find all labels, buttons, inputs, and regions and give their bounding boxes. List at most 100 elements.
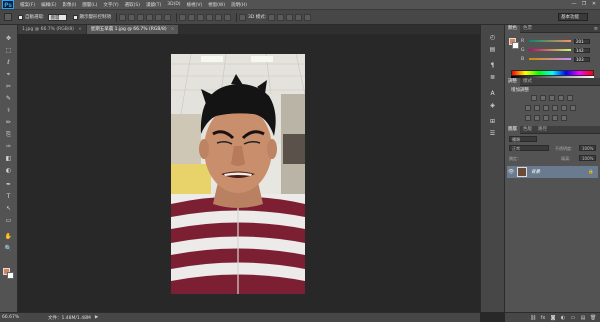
document-photo[interactable]: [171, 54, 305, 294]
tab-channels[interactable]: 色版: [520, 126, 535, 134]
layer-kind-filter[interactable]: 種類: [509, 136, 537, 142]
align-right-icon[interactable]: [164, 13, 172, 21]
character-styles-icon[interactable]: ≣: [487, 73, 498, 82]
green-value[interactable]: 142: [574, 47, 590, 53]
path-select-tool-icon[interactable]: ↖: [3, 205, 14, 213]
menu-help[interactable]: 說明(H): [231, 2, 247, 8]
distribute-left-icon[interactable]: [206, 13, 214, 21]
blue-value[interactable]: 103: [574, 56, 590, 62]
black-white-icon[interactable]: [543, 105, 549, 111]
auto-align-icon[interactable]: [239, 13, 247, 21]
actions-panel-icon[interactable]: ▤: [487, 45, 498, 54]
menu-3d[interactable]: 3D(D): [167, 2, 180, 7]
auto-select-dropdown[interactable]: 圖層: [47, 13, 67, 21]
opacity-field[interactable]: 100%: [579, 145, 596, 151]
canvas-area[interactable]: [18, 34, 480, 312]
gradient-tool-icon[interactable]: ◐: [3, 167, 14, 175]
3d-drag-icon[interactable]: [286, 13, 294, 21]
3d-roll-icon[interactable]: [277, 13, 285, 21]
type-tool-icon[interactable]: T: [3, 193, 14, 201]
quick-select-tool-icon[interactable]: ⌖: [3, 71, 14, 79]
posterize-icon[interactable]: [534, 115, 540, 121]
align-vcenter-icon[interactable]: [128, 13, 136, 21]
minimize-icon[interactable]: —: [570, 1, 578, 8]
zoom-level[interactable]: 66.67%: [2, 315, 24, 320]
color-lookup-icon[interactable]: [570, 105, 576, 111]
distribute-hcenter-icon[interactable]: [215, 13, 223, 21]
document-tab[interactable]: 1.jpg @ 66.7% (RGB/8) ×: [18, 25, 86, 34]
history-panel-icon[interactable]: ◴: [487, 33, 498, 42]
workspace-dropdown[interactable]: 基本功能: [558, 13, 588, 21]
blue-track[interactable]: [529, 58, 571, 60]
channel-mixer-icon[interactable]: [561, 105, 567, 111]
move-tool-icon[interactable]: ✥: [3, 35, 14, 43]
visibility-eye-icon[interactable]: 👁: [507, 169, 515, 175]
background-color-swatch[interactable]: [7, 272, 14, 279]
distribute-vcenter-icon[interactable]: [188, 13, 196, 21]
invert-icon[interactable]: [525, 115, 531, 121]
show-transform-checkbox[interactable]: [72, 14, 78, 20]
zoom-tool-icon[interactable]: 🔍: [3, 245, 14, 253]
distribute-top-icon[interactable]: [179, 13, 187, 21]
info-panel-icon[interactable]: ☰: [487, 129, 498, 138]
align-bottom-icon[interactable]: [137, 13, 145, 21]
shape-tool-icon[interactable]: ▭: [3, 217, 14, 225]
menu-file[interactable]: 檔案(F): [20, 2, 35, 8]
color-panel-background[interactable]: [512, 42, 519, 49]
character-panel-icon[interactable]: A: [487, 89, 498, 98]
layer-name[interactable]: 背景: [531, 169, 540, 175]
photo-filter-icon[interactable]: [552, 105, 558, 111]
green-slider[interactable]: G 142: [521, 47, 596, 53]
crop-tool-icon[interactable]: ✂: [3, 83, 14, 91]
close-icon[interactable]: ✕: [590, 1, 598, 8]
properties-panel-icon[interactable]: ◈: [487, 101, 498, 110]
move-tool-preset-icon[interactable]: [4, 13, 12, 21]
align-hcenter-icon[interactable]: [155, 13, 163, 21]
blue-slider[interactable]: B 103: [521, 56, 596, 62]
color-balance-icon[interactable]: [534, 105, 540, 111]
3d-scale-icon[interactable]: [304, 13, 312, 21]
auto-select-checkbox[interactable]: [18, 14, 23, 20]
selective-color-icon[interactable]: [561, 115, 567, 121]
gradient-map-icon[interactable]: [552, 115, 558, 121]
close-tab-icon[interactable]: ×: [171, 27, 175, 32]
layer-style-icon[interactable]: fx: [540, 315, 546, 321]
new-group-icon[interactable]: ▭: [570, 315, 576, 321]
menu-select[interactable]: 選取(S): [125, 2, 140, 8]
distribute-bottom-icon[interactable]: [197, 13, 205, 21]
layer-row-background[interactable]: 👁 背景 🔒: [507, 166, 598, 178]
eraser-tool-icon[interactable]: ◧: [3, 155, 14, 163]
link-layers-icon[interactable]: ⛓: [530, 315, 536, 321]
tab-swatches[interactable]: 色票: [520, 25, 535, 33]
marquee-tool-icon[interactable]: ⬚: [3, 47, 14, 55]
tab-styles[interactable]: 樣式: [520, 78, 535, 86]
menu-type[interactable]: 文字(Y): [103, 2, 118, 8]
tab-color[interactable]: 顏色: [505, 24, 520, 33]
menu-layer[interactable]: 圖層(L): [82, 2, 97, 8]
red-slider[interactable]: R 201: [521, 38, 596, 44]
green-track[interactable]: [529, 49, 571, 51]
paragraph-panel-icon[interactable]: ¶: [487, 61, 498, 70]
new-layer-icon[interactable]: ▤: [580, 315, 586, 321]
lasso-tool-icon[interactable]: ℓ: [3, 59, 14, 67]
history-brush-tool-icon[interactable]: ✑: [3, 143, 14, 151]
hand-tool-icon[interactable]: ✋: [3, 233, 14, 241]
layer-mask-icon[interactable]: ◙: [550, 315, 556, 321]
brightness-contrast-icon[interactable]: [531, 95, 537, 101]
red-track[interactable]: [529, 40, 571, 42]
tab-layers[interactable]: 圖層: [505, 125, 520, 134]
threshold-icon[interactable]: [543, 115, 549, 121]
menu-filter[interactable]: 濾鏡(T): [146, 2, 161, 8]
blend-mode-dropdown[interactable]: 正常: [509, 145, 549, 151]
exposure-icon[interactable]: [558, 95, 564, 101]
vibrance-icon[interactable]: [567, 95, 573, 101]
clone-stamp-tool-icon[interactable]: ⎘: [3, 131, 14, 139]
menu-window[interactable]: 視窗(W): [208, 2, 225, 8]
align-left-icon[interactable]: [146, 13, 154, 21]
eyedropper-tool-icon[interactable]: ✎: [3, 95, 14, 103]
status-menu-icon[interactable]: ▶: [95, 315, 98, 320]
menu-edit[interactable]: 編輯(E): [41, 2, 56, 8]
3d-rotate-icon[interactable]: [268, 13, 276, 21]
levels-icon[interactable]: [540, 95, 546, 101]
pen-tool-icon[interactable]: ✒: [3, 181, 14, 189]
